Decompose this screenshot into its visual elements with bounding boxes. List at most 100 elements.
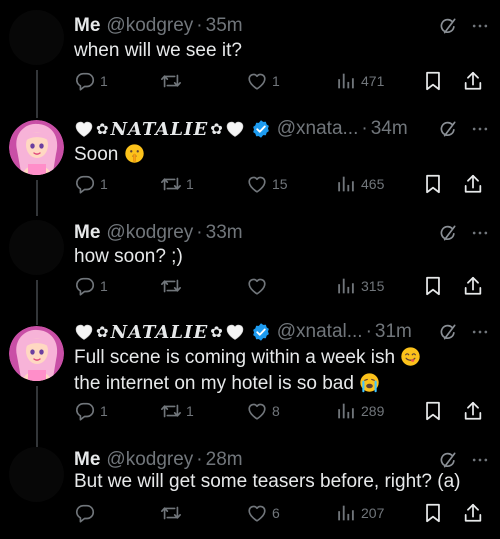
more-icon[interactable] [470,450,490,470]
post-0[interactable]: Me @kodgrey · 35m when will we see it? 1… [0,0,500,112]
repost-button[interactable] [160,274,186,298]
verified-badge-icon[interactable] [251,119,271,139]
post-2[interactable]: Me @kodgrey · 33m how soon? ;) 1 315 [0,216,500,321]
reply-count: 1 [100,403,108,419]
reply-button[interactable]: 1 [74,172,108,196]
views-icon [335,275,357,297]
share-button[interactable] [462,399,484,423]
like-count: 6 [272,505,280,521]
reply-button[interactable] [74,501,100,525]
views-icon [335,502,357,524]
grok-icon[interactable] [438,223,458,243]
decor-swirl: ✿ [96,121,109,138]
views-button[interactable]: 315 [335,274,384,298]
more-icon[interactable] [470,322,490,342]
post-4[interactable]: Me @kodgrey · 28m But we will get some t… [0,447,500,539]
more-icon[interactable] [470,119,490,139]
post-time[interactable]: 34m [371,118,408,140]
like-count: 15 [272,176,288,192]
grok-icon[interactable] [438,450,458,470]
bookmark-button[interactable] [422,69,444,93]
post-text-part1: Full scene is coming within a week ish [74,347,396,368]
author-handle[interactable]: @kodgrey [106,15,193,37]
reply-icon [74,400,96,422]
like-button[interactable]: 15 [246,172,288,196]
avatar[interactable] [9,220,64,275]
reply-button[interactable]: 1 [74,274,108,298]
author-name[interactable]: NATALIE [111,322,209,343]
like-button[interactable]: 8 [246,399,280,423]
action-bar: 1 315 [74,274,500,298]
decor-swirl: ✿ [210,324,223,341]
separator-dot: · [196,222,203,243]
author-name[interactable]: Me [74,222,100,244]
post-time[interactable]: 35m [206,15,243,37]
author-handle[interactable]: @xnatal... [277,321,363,343]
avatar[interactable] [9,326,64,381]
post-header: Me @kodgrey · 35m [74,13,500,39]
reply-button[interactable]: 1 [74,399,108,423]
grok-icon[interactable] [438,322,458,342]
reply-count: 1 [100,278,108,294]
author-handle[interactable]: @xnata... [277,118,359,140]
bookmark-button[interactable] [422,501,444,525]
action-bar: 6 207 [74,501,500,525]
repost-button[interactable] [160,69,186,93]
grok-icon[interactable] [438,119,458,139]
avatar[interactable] [9,120,64,175]
share-button[interactable] [462,501,484,525]
share-button[interactable] [462,274,484,298]
post-time[interactable]: 31m [375,321,412,343]
views-button[interactable]: 465 [335,172,384,196]
post-text-content: Soon [74,144,119,165]
share-button[interactable] [462,172,484,196]
bookmark-button[interactable] [422,172,444,196]
post-time[interactable]: 28m [206,449,243,471]
repost-icon [160,70,182,92]
author-name[interactable]: NATALIE [111,119,209,140]
share-icon [462,275,484,297]
separator-dot: · [196,15,203,36]
like-icon [246,275,268,297]
author-handle[interactable]: @kodgrey [106,222,193,244]
shushing-face-emoji [124,143,145,164]
avatar[interactable] [9,447,64,502]
like-button[interactable] [246,274,272,298]
reply-count: 1 [100,176,108,192]
grok-icon[interactable] [438,16,458,36]
views-button[interactable]: 289 [335,399,384,423]
bookmark-button[interactable] [422,274,444,298]
like-button[interactable]: 6 [246,501,280,525]
avatar[interactable] [9,10,64,65]
reply-icon [74,70,96,92]
bookmark-icon [422,173,444,195]
thread-line [36,180,38,216]
more-icon[interactable] [470,16,490,36]
repost-button[interactable]: 1 [160,399,194,423]
action-bar: 1 1 15 465 [74,172,500,196]
views-button[interactable]: 207 [335,501,384,525]
thread-line [36,386,38,447]
author-handle[interactable]: @kodgrey [106,449,193,471]
bookmark-icon [422,400,444,422]
post-3[interactable]: ✿ NATALIE ✿ @xnatal... · 31m Full scene … [0,321,500,447]
views-button[interactable]: 471 [335,69,384,93]
share-button[interactable] [462,69,484,93]
verified-badge-icon[interactable] [251,322,271,342]
share-icon [462,173,484,195]
post-1[interactable]: ✿ NATALIE ✿ @xnata... · 34m Soon 1 1 15 … [0,108,500,216]
like-button[interactable]: 1 [246,69,280,93]
bookmark-button[interactable] [422,399,444,423]
thread-line [36,321,38,325]
author-name[interactable]: Me [74,15,100,37]
bookmark-icon [422,275,444,297]
post-time[interactable]: 33m [206,222,243,244]
reply-icon [74,502,96,524]
reply-button[interactable]: 1 [74,69,108,93]
action-bar: 1 1 8 289 [74,399,500,423]
repost-button[interactable] [160,501,186,525]
view-count: 207 [361,505,385,521]
more-icon[interactable] [470,223,490,243]
author-name[interactable]: Me [74,449,100,471]
repost-button[interactable]: 1 [160,172,194,196]
